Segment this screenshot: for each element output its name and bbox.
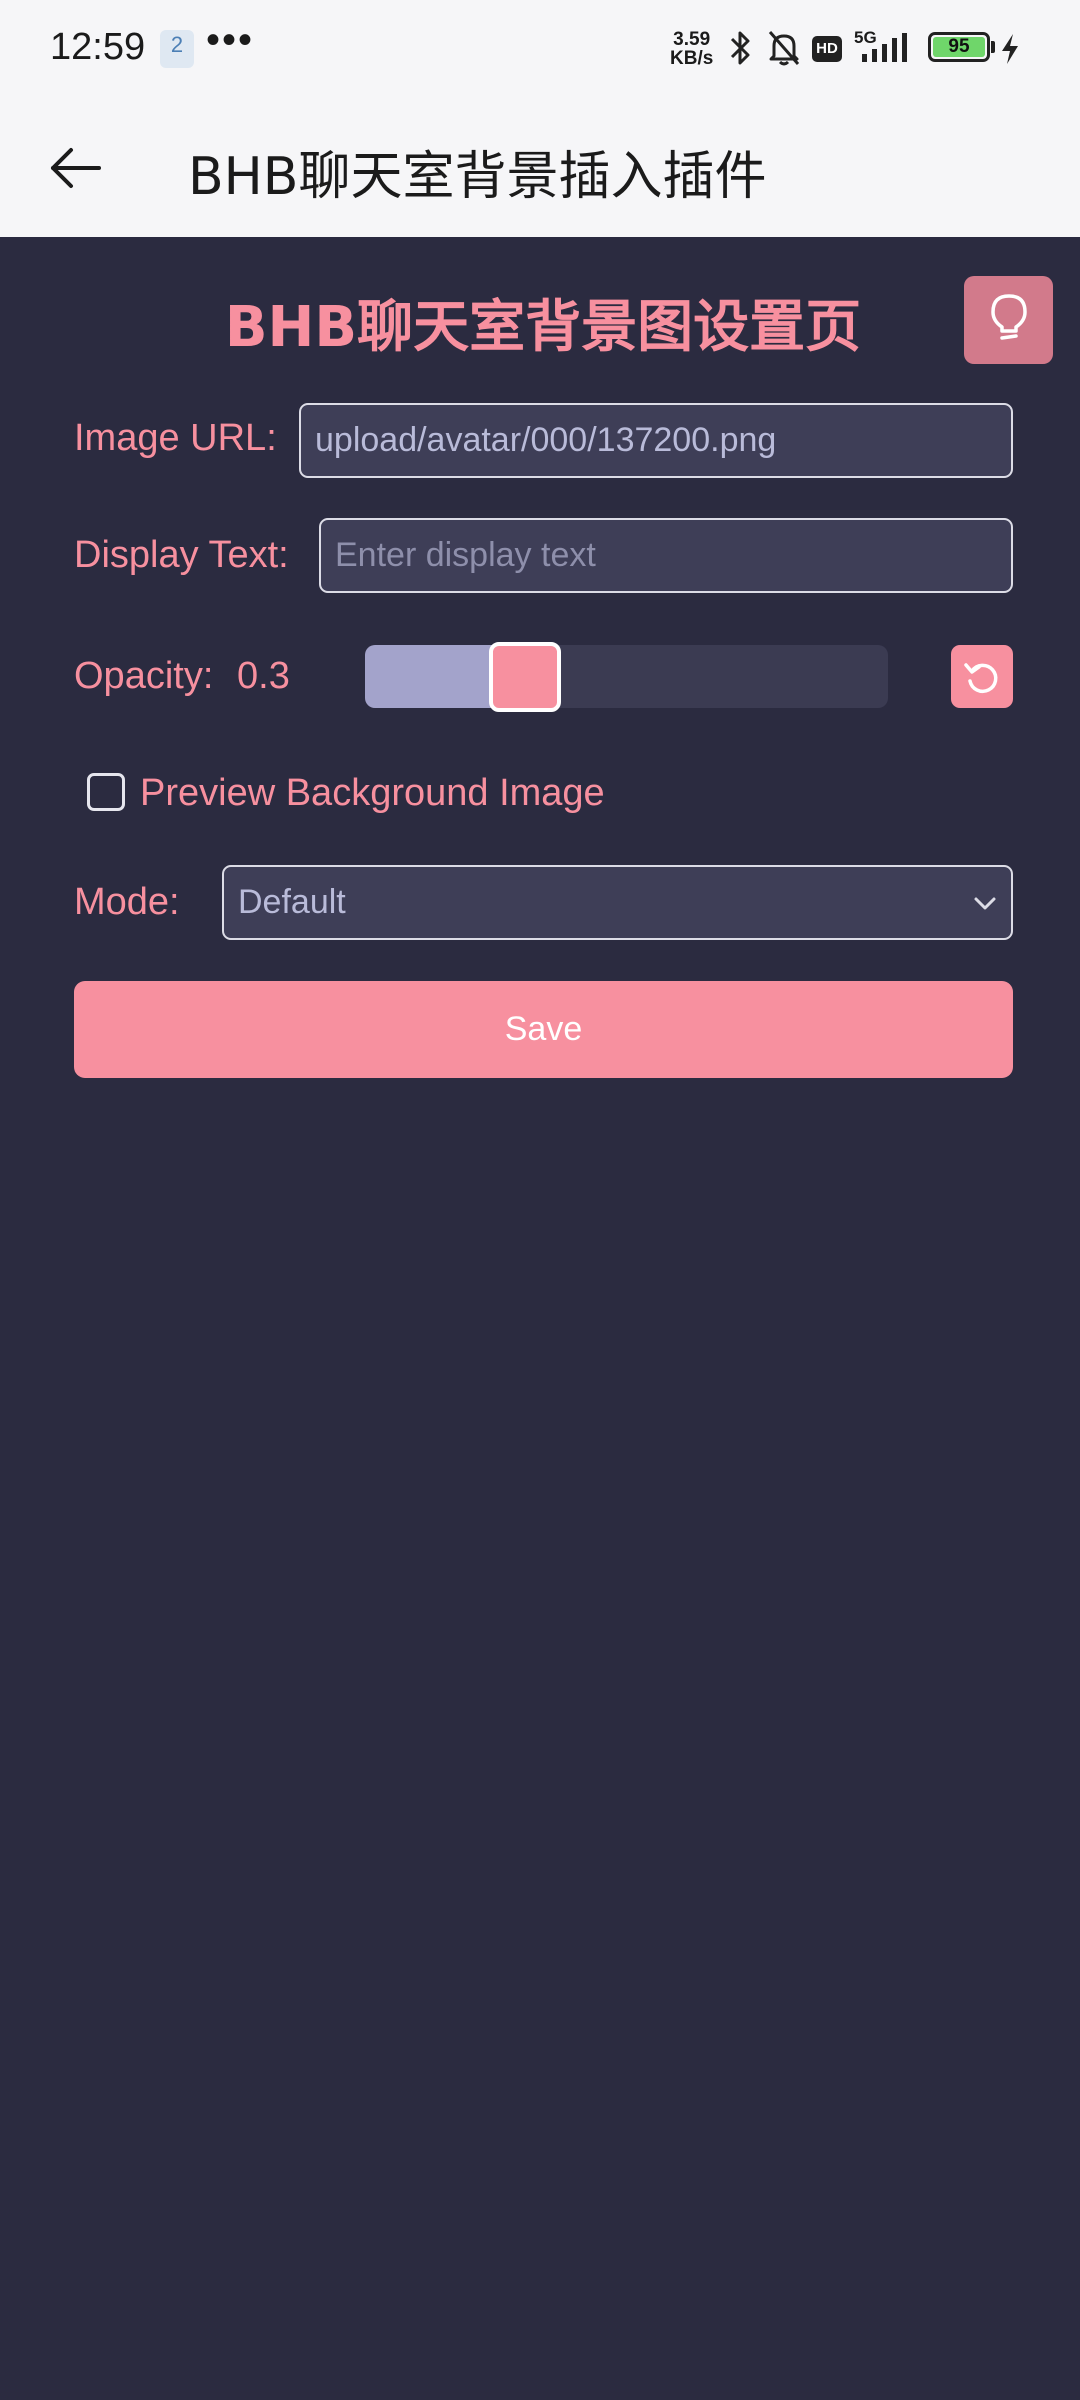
undo-icon xyxy=(964,662,998,693)
opacity-label: Opacity: xyxy=(74,655,214,697)
hd-icon: HD xyxy=(812,36,842,62)
network-speed-unit: KB/s xyxy=(670,48,714,69)
back-button[interactable] xyxy=(40,132,112,204)
mode-select[interactable]: Default xyxy=(222,865,1013,940)
network-speed-value: 3.59 xyxy=(673,29,711,50)
save-button[interactable]: Save xyxy=(74,981,1013,1078)
bluetooth-icon xyxy=(730,31,750,65)
theme-toggle-button[interactable] xyxy=(964,276,1053,364)
chevron-down-icon xyxy=(974,897,996,910)
mode-select-value: Default xyxy=(238,883,346,921)
mode-label: Mode: xyxy=(74,881,180,923)
network-speed: 3.59 KB/s xyxy=(670,30,713,68)
image-url-label: Image URL: xyxy=(74,417,277,459)
opacity-slider[interactable] xyxy=(365,642,888,712)
page-title: BHB聊天室背景图设置页 xyxy=(224,295,862,360)
lightbulb-icon xyxy=(990,294,1027,340)
status-bar: 12:59 2 ••• 3.59 KB/s HD 5G 95 xyxy=(0,0,1080,98)
network-type-label: 5G xyxy=(854,28,877,47)
reset-opacity-button[interactable] xyxy=(951,645,1013,708)
app-title: BHB聊天室背景插入插件 xyxy=(188,147,767,207)
display-text-input[interactable] xyxy=(319,518,1013,593)
more-notifications-icon: ••• xyxy=(206,18,255,62)
battery-body: 95 xyxy=(928,32,990,62)
battery-level: 95 xyxy=(933,37,985,57)
bell-muted-icon xyxy=(768,31,800,66)
battery-tip xyxy=(991,41,995,53)
preview-background-checkbox[interactable] xyxy=(87,773,125,811)
charging-icon xyxy=(1002,34,1018,64)
arrow-left-icon xyxy=(51,148,101,188)
notification-icon: 2 xyxy=(160,30,194,68)
status-time: 12:59 xyxy=(50,26,146,68)
app-bar: BHB聊天室背景插入插件 xyxy=(0,98,1080,237)
opacity-value: 0.3 xyxy=(237,655,290,697)
display-text-label: Display Text: xyxy=(74,534,289,576)
preview-background-label[interactable]: Preview Background Image xyxy=(140,772,605,815)
image-url-input[interactable] xyxy=(299,403,1013,478)
signal-icon: 5G xyxy=(854,28,916,71)
opacity-slider-thumb[interactable] xyxy=(489,642,561,712)
